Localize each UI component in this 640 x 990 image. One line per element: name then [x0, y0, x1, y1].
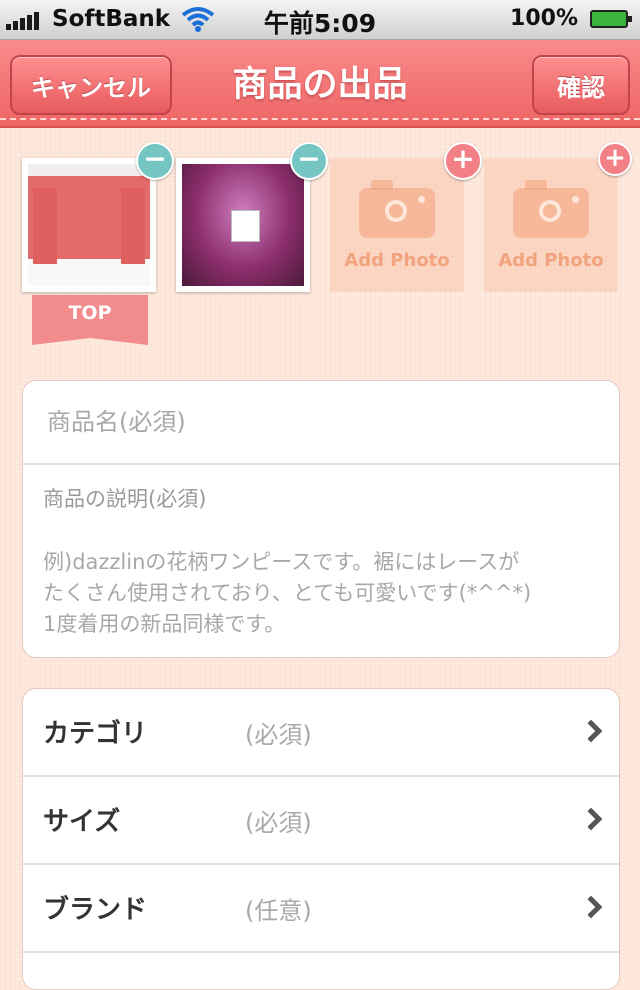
jacket-photo — [28, 164, 150, 286]
brand-row[interactable]: ブランド (任意) — [23, 865, 619, 953]
top-ribbon: TOP — [32, 295, 148, 345]
row-value: (任意) — [245, 897, 312, 925]
lining-photo — [182, 164, 304, 286]
add-photo-slot-3[interactable]: Add Photo — [330, 158, 464, 292]
row-value: (必須) — [245, 721, 312, 749]
chevron-right-icon — [579, 807, 603, 831]
photo-slot-1[interactable] — [22, 158, 156, 292]
label-tag — [230, 210, 260, 242]
row-label: カテゴリ — [43, 719, 148, 749]
confirm-button[interactable]: 確認 — [532, 55, 630, 115]
description-textarea[interactable]: 商品の説明(必須) 例)dazzlinの花柄ワンピースです。裾にはレースが たく… — [23, 465, 619, 640]
stitch-divider — [0, 118, 640, 120]
battery-percent: 100% — [510, 6, 578, 31]
status-bar: SoftBank 午前5:09 100% — [0, 0, 640, 40]
add-photo-label: Add Photo — [344, 249, 450, 271]
chevron-right-icon — [579, 719, 603, 743]
row-label: ブランド — [43, 895, 148, 925]
size-row[interactable]: サイズ (必須) — [23, 777, 619, 865]
remove-photo-1-icon[interactable]: − — [136, 142, 174, 180]
add-photo-3-icon[interactable]: + — [444, 142, 482, 180]
photo-frame — [22, 158, 156, 292]
row-label: サイズ — [43, 807, 121, 837]
remove-photo-2-icon[interactable]: − — [290, 142, 328, 180]
add-photo-slot-4[interactable]: Add Photo — [484, 158, 618, 292]
category-row[interactable]: カテゴリ (必須) — [23, 689, 619, 777]
product-name-input[interactable] — [45, 407, 619, 437]
camera-icon — [513, 179, 589, 238]
navigation-bar: キャンセル 商品の出品 確認 — [0, 40, 640, 128]
row-value: (必須) — [245, 809, 312, 837]
description-placeholder: 商品の説明(必須) — [43, 487, 207, 511]
chevron-right-icon — [579, 895, 603, 919]
attributes-card: カテゴリ (必須) サイズ (必須) ブランド (任意) — [22, 688, 620, 990]
product-name-row — [23, 381, 619, 465]
photo-slot-2[interactable] — [176, 158, 310, 292]
camera-icon — [359, 179, 435, 238]
battery-charging-icon — [590, 10, 632, 28]
add-photo-label: Add Photo — [498, 249, 604, 271]
photo-frame — [176, 158, 310, 292]
description-example: 例)dazzlinの花柄ワンピースです。裾にはレースが たくさん使用されており、… — [43, 550, 532, 636]
add-photo-4-icon[interactable]: + — [598, 142, 632, 176]
product-info-card: 商品の説明(必須) 例)dazzlinの花柄ワンピースです。裾にはレースが たく… — [22, 380, 620, 658]
